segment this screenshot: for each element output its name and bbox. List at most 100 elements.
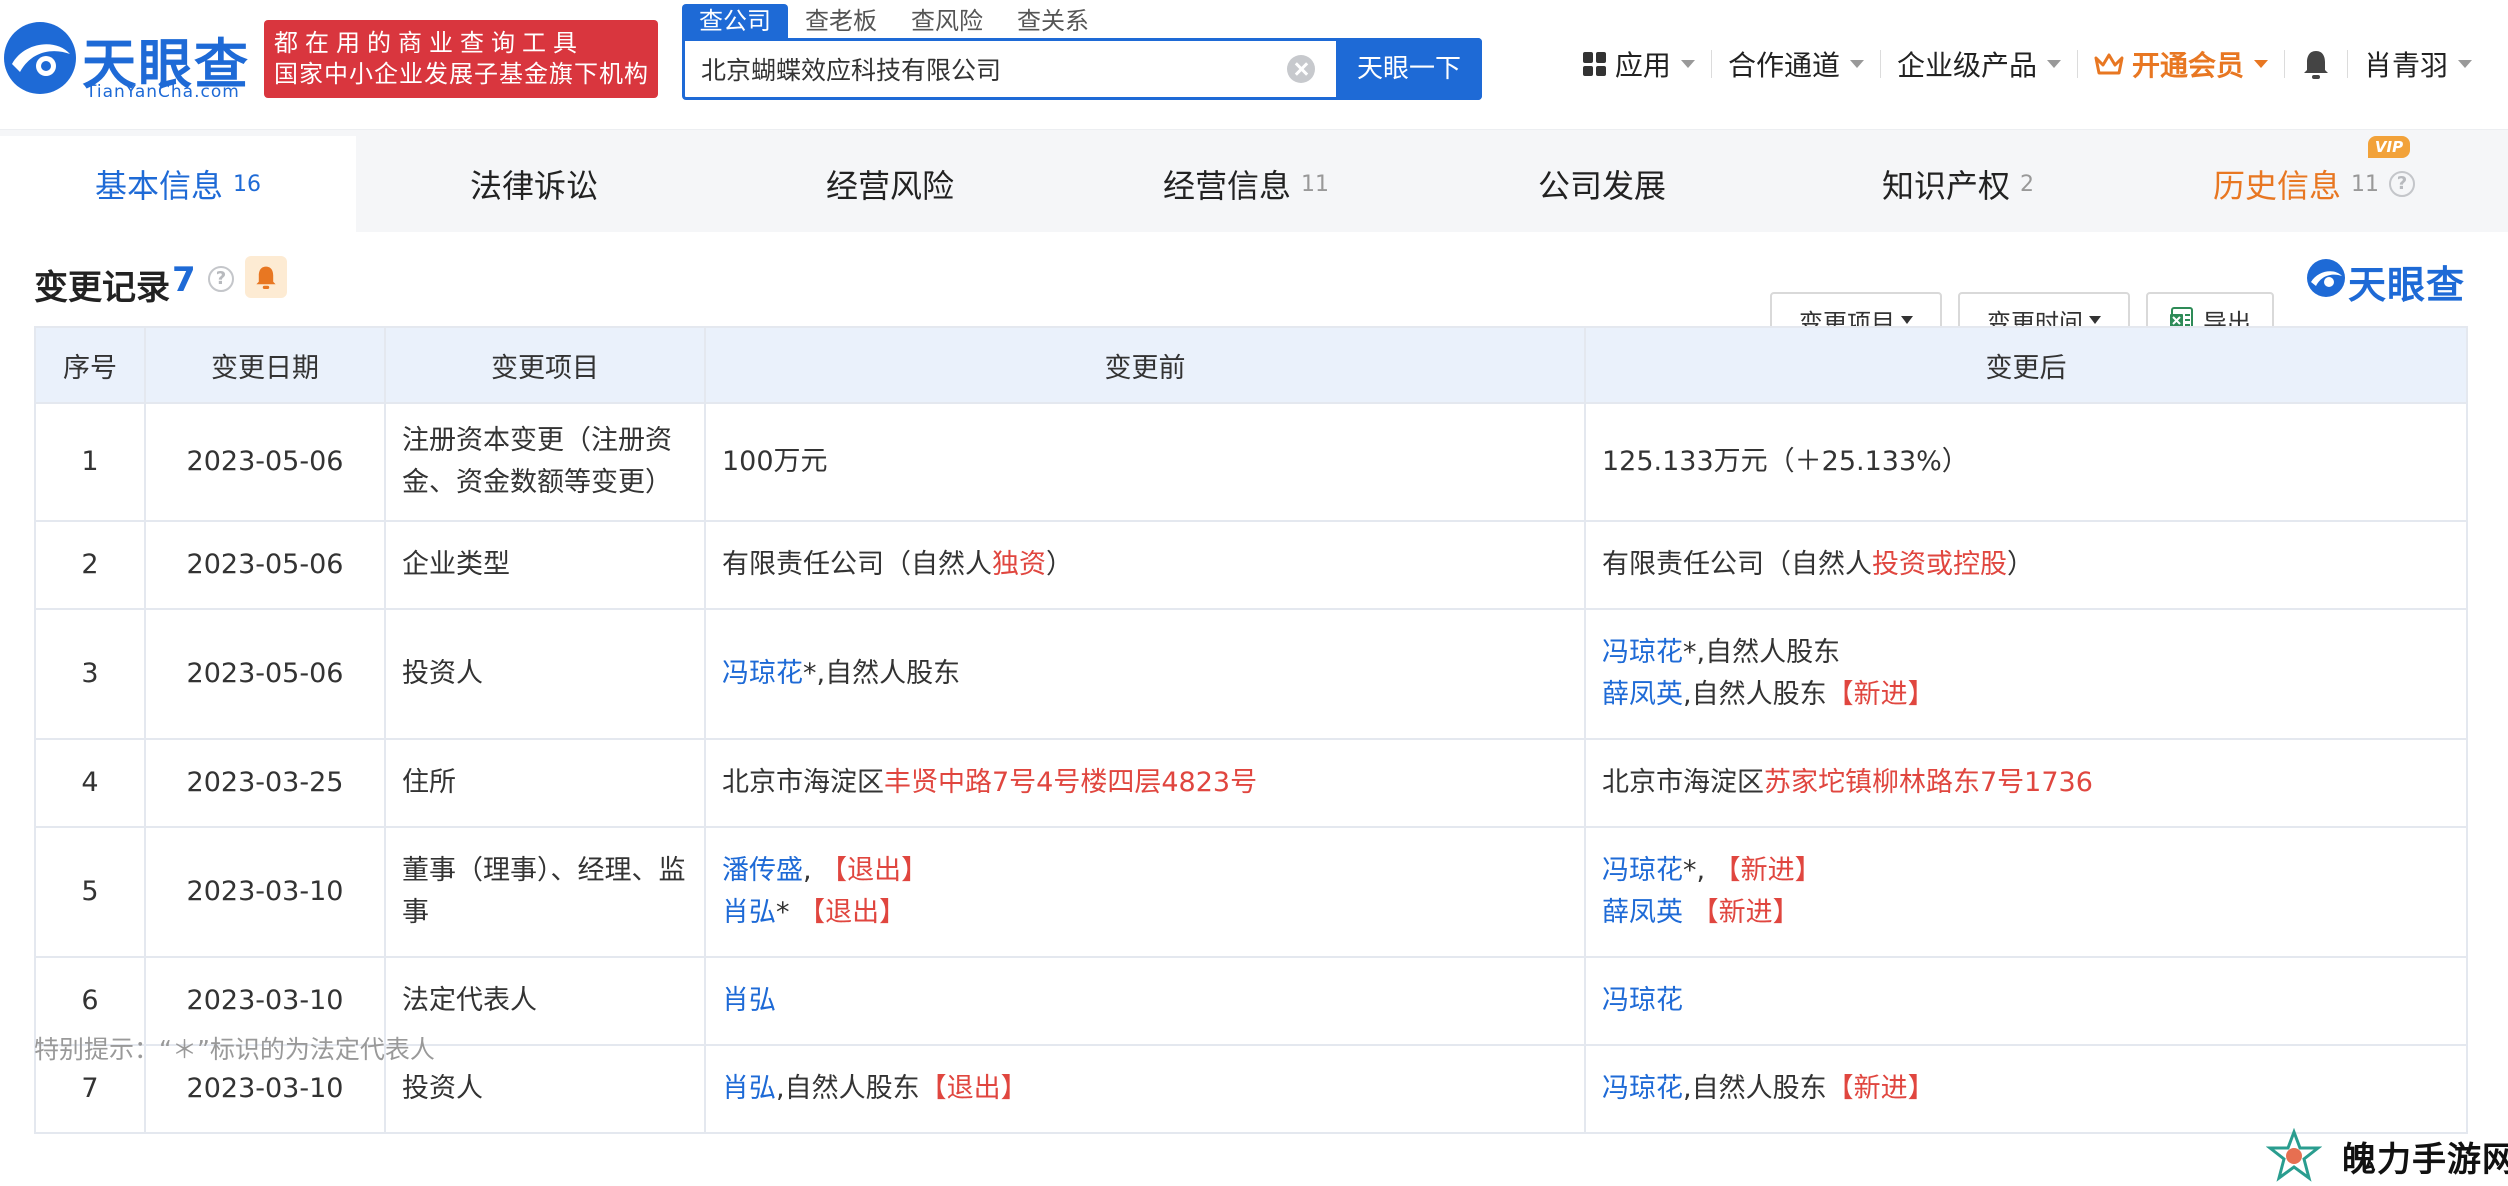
tianyancha-logo[interactable]: 天眼查 TianYanCha.com <box>0 14 260 104</box>
change-record-header: 变更记录 7 ? <box>0 232 2508 332</box>
change-date: 2023-03-25 <box>144 738 386 828</box>
person-link[interactable]: 冯琼花 <box>1602 637 1683 668</box>
text: *,自然人股东 <box>1683 637 1841 668</box>
tab-history[interactable]: 历史信息 11 ? VIP <box>2136 136 2492 232</box>
column-header: 变更日期 <box>144 326 386 404</box>
bell-icon <box>256 266 276 289</box>
nav-vip[interactable]: 开通会员 <box>2078 44 2284 84</box>
clear-icon[interactable] <box>1287 55 1315 83</box>
status-tag: 【退出】 <box>820 855 929 886</box>
chevron-down-icon <box>2458 60 2472 68</box>
text: 北京市海淀区 <box>722 767 884 798</box>
value-line: 潘传盛, 【退出】 <box>722 850 1568 892</box>
tab-label: 历史信息 <box>2212 167 2341 205</box>
highlight-text: 丰贤中路7号4号楼四层4823号 <box>884 767 1258 798</box>
tab-label: 公司发展 <box>1537 167 1666 205</box>
search-button[interactable]: 天眼一下 <box>1336 38 1482 100</box>
tab-ip[interactable]: 知识产权 2 <box>1780 136 2136 232</box>
highlight-text: 独资 <box>992 549 1046 580</box>
value-after: 125.133万元（＋25.133%） <box>1584 402 2468 522</box>
search-tab-company[interactable]: 查公司 <box>682 4 788 38</box>
person-link[interactable]: 潘传盛 <box>722 855 803 886</box>
search-tab-boss[interactable]: 查老板 <box>788 4 894 38</box>
tab-count: 11 <box>1301 171 1329 197</box>
user-menu[interactable]: 肖青羽 <box>2348 44 2488 84</box>
table-row: 2 2023-05-06 企业类型 有限责任公司（自然人独资） 有限责任公司（自… <box>34 520 2468 610</box>
value-after: 有限责任公司（自然人投资或控股） <box>1584 520 2468 610</box>
tab-legal[interactable]: 法律诉讼 <box>356 136 712 232</box>
monitor-button[interactable] <box>245 256 287 298</box>
eye-logo-icon <box>2307 259 2345 297</box>
nav-enterprise[interactable]: 企业级产品 <box>1881 44 2077 84</box>
person-link[interactable]: 薛凤英 <box>1602 679 1683 710</box>
tab-count: 16 <box>233 171 261 197</box>
table-row: 4 2023-03-25 住所 北京市海淀区丰贤中路7号4号楼四层4823号 北… <box>34 738 2468 828</box>
value-before: 北京市海淀区丰贤中路7号4号楼四层4823号 <box>704 738 1586 828</box>
table-header-row: 序号 变更日期 变更项目 变更前 变更后 <box>34 326 2468 404</box>
logo-url: TianYanCha.com <box>86 82 240 102</box>
search-input[interactable] <box>701 41 1341 97</box>
watermark-text: 魄力手游网 <box>2342 1140 2508 1180</box>
text: ,自然人股东 <box>1683 679 1827 710</box>
tab-label: 经营信息 <box>1162 167 1291 205</box>
person-link[interactable]: 冯琼花 <box>1602 1073 1683 1104</box>
nav-channel[interactable]: 合作通道 <box>1712 44 1880 84</box>
person-link[interactable]: 肖弘 <box>722 897 776 928</box>
chevron-down-icon <box>1680 60 1695 68</box>
row-number: 5 <box>34 826 146 958</box>
status-tag: 【新进】 <box>1826 1073 1935 1104</box>
value-line: 冯琼花*, 【新进】 <box>1602 850 2450 892</box>
value-before: 有限责任公司（自然人独资） <box>704 520 1586 610</box>
text: *,自然人股东 <box>803 658 961 689</box>
tab-development[interactable]: 公司发展 <box>1424 136 1780 232</box>
value-line: 肖弘* 【退出】 <box>722 892 1568 934</box>
text: * <box>776 897 799 928</box>
status-tag: 【新进】 <box>1713 855 1822 886</box>
column-header: 变更项目 <box>384 326 706 404</box>
person-link[interactable]: 肖弘 <box>722 985 776 1016</box>
tab-label: 知识产权 <box>1881 167 2010 205</box>
status-tag: 【新进】 <box>1691 897 1800 928</box>
value-after: 冯琼花 <box>1584 956 2468 1046</box>
help-icon[interactable]: ? <box>2389 171 2415 197</box>
value-line: 冯琼花*,自然人股东 <box>1602 632 2450 674</box>
person-link[interactable]: 冯琼花 <box>1602 985 1683 1016</box>
tab-basic-info[interactable]: 基本信息 16 <box>0 136 356 232</box>
search-type-tabs: 查公司 查老板 查风险 查关系 <box>682 4 1106 38</box>
eye-logo-icon <box>4 22 76 94</box>
user-name: 肖青羽 <box>2363 49 2448 82</box>
change-date: 2023-03-10 <box>144 826 386 958</box>
chevron-down-icon <box>2089 316 2101 324</box>
person-link[interactable]: 冯琼花 <box>1602 855 1683 886</box>
text: , <box>803 855 821 886</box>
slogan-banner: 都在用的商业查询工具 国家中小企业发展子基金旗下机构 <box>264 20 658 98</box>
value-before: 潘传盛, 【退出】 肖弘* 【退出】 <box>704 826 1586 958</box>
change-date: 2023-05-06 <box>144 520 386 610</box>
tab-business-info[interactable]: 经营信息 11 <box>1068 136 1424 232</box>
change-record-table: 序号 变更日期 变更项目 变更前 变更后 1 2023-05-06 注册资本变更… <box>34 326 2468 1134</box>
value-after: 北京市海淀区苏家坨镇柳林路东7号1736 <box>1584 738 2468 828</box>
tab-label: 经营风险 <box>825 167 954 205</box>
text: 有限责任公司（自然人 <box>1602 549 1872 580</box>
nav-enterprise-label: 企业级产品 <box>1896 49 2037 82</box>
person-link[interactable]: 冯琼花 <box>722 658 803 689</box>
row-number: 1 <box>34 402 146 522</box>
status-tag: 【退出】 <box>798 897 907 928</box>
notification-button[interactable] <box>2285 48 2347 80</box>
value-before: 100万元 <box>704 402 1586 522</box>
search-tab-risk[interactable]: 查风险 <box>894 4 1000 38</box>
chevron-down-icon <box>2046 60 2061 68</box>
nav-channel-label: 合作通道 <box>1727 49 1840 82</box>
bell-icon <box>2303 51 2328 79</box>
brand-mark-text: 天眼查 <box>2348 263 2466 307</box>
tab-business-risk[interactable]: 经营风险 <box>712 136 1068 232</box>
tab-count: 2 <box>2020 171 2034 197</box>
person-link[interactable]: 肖弘 <box>722 1073 776 1104</box>
search-tab-relation[interactable]: 查关系 <box>1000 4 1106 38</box>
nav-apps[interactable]: 应用 <box>1567 44 1711 84</box>
detail-tabs: 基本信息 16 法律诉讼 经营风险 经营信息 11 公司发展 知识产权 2 历史… <box>0 136 2508 232</box>
help-icon[interactable]: ? <box>208 266 234 292</box>
chevron-down-icon <box>1849 60 1864 68</box>
row-number: 4 <box>34 738 146 828</box>
person-link[interactable]: 薛凤英 <box>1602 897 1683 928</box>
